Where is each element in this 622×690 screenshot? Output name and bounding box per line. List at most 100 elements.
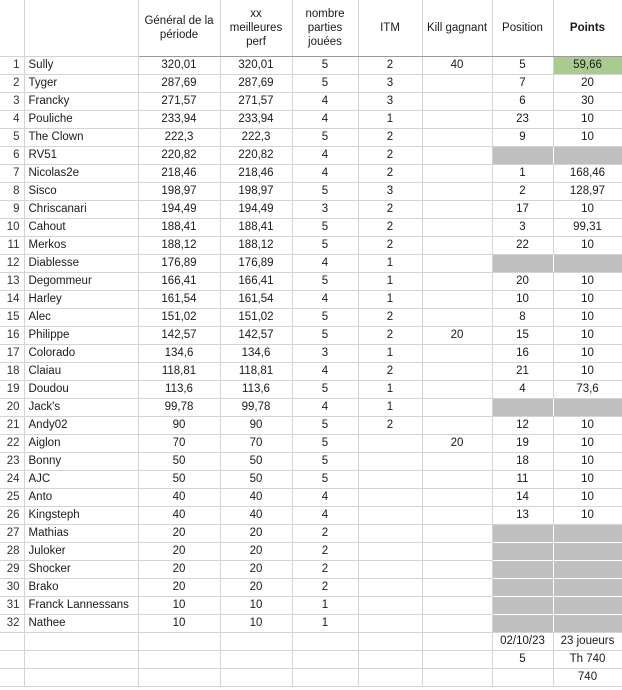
parties-jouees-cell[interactable]: 1 xyxy=(292,614,359,633)
column-header-general-periode[interactable]: Général de la période xyxy=(138,0,221,57)
kill-gagnant-cell[interactable] xyxy=(422,578,493,597)
itm-cell[interactable] xyxy=(358,596,423,615)
position-cell-shaded[interactable] xyxy=(491,524,553,542)
table-row[interactable]: 24 AJC 50 50 5 11 10 xyxy=(0,470,622,489)
footer-empty-cell[interactable] xyxy=(138,668,221,687)
kill-gagnant-cell[interactable] xyxy=(422,110,493,129)
footer-empty-cell[interactable] xyxy=(138,632,221,651)
kill-gagnant-cell[interactable] xyxy=(422,218,493,237)
table-row[interactable]: 2 Tyger 287,69 287,69 5 3 7 20 xyxy=(0,74,622,93)
footer-date-cell[interactable]: 02/10/23 xyxy=(491,632,554,651)
general-periode-cell[interactable]: 176,89 xyxy=(138,254,221,273)
player-name-cell[interactable]: Nathee xyxy=(24,614,139,633)
row-index-cell[interactable]: 30 xyxy=(0,578,25,597)
meilleures-perf-cell[interactable]: 320,01 xyxy=(220,56,293,75)
footer-empty-cell[interactable] xyxy=(422,632,493,651)
points-cell-shaded[interactable] xyxy=(553,560,622,578)
meilleures-perf-cell[interactable]: 233,94 xyxy=(220,110,293,129)
player-name-cell[interactable]: Cahout xyxy=(24,218,139,237)
points-cell[interactable]: 10 xyxy=(553,290,622,309)
general-periode-cell[interactable]: 220,82 xyxy=(138,146,221,165)
player-name-cell[interactable]: Jack's xyxy=(24,398,139,417)
kill-gagnant-cell[interactable] xyxy=(422,470,493,489)
meilleures-perf-cell[interactable]: 134,6 xyxy=(220,344,293,363)
row-index-cell[interactable]: 3 xyxy=(0,92,25,111)
row-index-cell[interactable]: 1 xyxy=(0,56,25,75)
itm-cell[interactable] xyxy=(358,542,423,561)
meilleures-perf-cell[interactable]: 70 xyxy=(220,434,293,453)
points-cell[interactable]: 10 xyxy=(553,200,622,219)
column-header-meilleures-perf[interactable]: xx meilleures perf xyxy=(220,0,293,57)
kill-gagnant-cell[interactable] xyxy=(422,290,493,309)
kill-gagnant-cell[interactable] xyxy=(422,236,493,255)
points-cell-shaded[interactable] xyxy=(553,398,622,417)
general-periode-cell[interactable]: 10 xyxy=(138,596,221,615)
player-name-cell[interactable]: Aiglon xyxy=(24,434,139,453)
player-name-cell[interactable]: Andy02 xyxy=(24,416,139,435)
meilleures-perf-cell[interactable]: 10 xyxy=(220,596,293,615)
player-name-cell[interactable]: Mathias xyxy=(24,524,139,543)
itm-cell[interactable]: 3 xyxy=(358,182,423,201)
player-name-cell[interactable]: Degommeur xyxy=(24,272,139,291)
meilleures-perf-cell[interactable]: 222,3 xyxy=(220,128,293,147)
position-cell-shaded[interactable] xyxy=(491,596,553,614)
itm-cell[interactable]: 1 xyxy=(358,254,423,273)
position-cell[interactable]: 6 xyxy=(491,92,554,111)
row-index-cell[interactable]: 15 xyxy=(0,308,25,327)
table-row[interactable]: 4 Pouliche 233,94 233,94 4 1 23 10 xyxy=(0,110,622,129)
table-row[interactable]: 15 Alec 151,02 151,02 5 2 8 10 xyxy=(0,308,622,327)
general-periode-cell[interactable]: 142,57 xyxy=(138,326,221,345)
position-cell-shaded[interactable] xyxy=(491,614,553,633)
column-header-name[interactable] xyxy=(24,0,139,57)
position-cell[interactable]: 4 xyxy=(491,380,554,399)
points-cell[interactable]: 20 xyxy=(553,74,622,93)
kill-gagnant-cell[interactable] xyxy=(422,380,493,399)
footer-empty-cell[interactable] xyxy=(24,632,139,651)
points-cell[interactable]: 10 xyxy=(553,470,622,489)
parties-jouees-cell[interactable]: 4 xyxy=(292,506,359,525)
parties-jouees-cell[interactable]: 4 xyxy=(292,146,359,165)
parties-jouees-cell[interactable]: 3 xyxy=(292,344,359,363)
table-row[interactable]: 22 Aiglon 70 70 5 20 19 10 xyxy=(0,434,622,453)
position-cell[interactable]: 15 xyxy=(491,326,554,345)
position-cell[interactable]: 21 xyxy=(491,362,554,381)
itm-cell[interactable]: 2 xyxy=(358,236,423,255)
position-cell[interactable]: 13 xyxy=(491,506,554,525)
general-periode-cell[interactable]: 118,81 xyxy=(138,362,221,381)
parties-jouees-cell[interactable]: 5 xyxy=(292,272,359,291)
table-row[interactable]: 1 Sully 320,01 320,01 5 2 40 5 59,66 xyxy=(0,56,622,75)
kill-gagnant-cell[interactable] xyxy=(422,416,493,435)
kill-gagnant-cell[interactable] xyxy=(422,560,493,579)
table-row[interactable]: 18 Claiau 118,81 118,81 4 2 21 10 xyxy=(0,362,622,381)
player-name-cell[interactable]: Harley xyxy=(24,290,139,309)
meilleures-perf-cell[interactable]: 198,97 xyxy=(220,182,293,201)
meilleures-perf-cell[interactable]: 50 xyxy=(220,452,293,471)
kill-gagnant-cell[interactable]: 20 xyxy=(422,326,493,345)
footer-empty-cell[interactable] xyxy=(422,650,493,669)
row-index-cell[interactable]: 23 xyxy=(0,452,25,471)
position-cell[interactable]: 10 xyxy=(491,290,554,309)
position-cell[interactable]: 1 xyxy=(491,164,554,183)
parties-jouees-cell[interactable]: 2 xyxy=(292,560,359,579)
row-index-cell[interactable]: 29 xyxy=(0,560,25,579)
player-name-cell[interactable]: Pouliche xyxy=(24,110,139,129)
kill-gagnant-cell[interactable] xyxy=(422,506,493,525)
position-cell[interactable]: 5 xyxy=(491,56,554,75)
table-row[interactable]: 14 Harley 161,54 161,54 4 1 10 10 xyxy=(0,290,622,309)
points-cell[interactable]: 30 xyxy=(553,92,622,111)
parties-jouees-cell[interactable]: 5 xyxy=(292,380,359,399)
player-name-cell[interactable]: Francky xyxy=(24,92,139,111)
player-name-cell[interactable]: Anto xyxy=(24,488,139,507)
footer-empty-cell[interactable] xyxy=(358,650,423,669)
meilleures-perf-cell[interactable]: 176,89 xyxy=(220,254,293,273)
points-cell-shaded[interactable] xyxy=(553,146,622,165)
general-periode-cell[interactable]: 90 xyxy=(138,416,221,435)
itm-cell[interactable]: 2 xyxy=(358,308,423,327)
points-cell[interactable]: 128,97 xyxy=(553,182,622,201)
kill-gagnant-cell[interactable] xyxy=(422,74,493,93)
row-index-cell[interactable]: 21 xyxy=(0,416,25,435)
itm-cell[interactable] xyxy=(358,506,423,525)
row-index-cell[interactable]: 27 xyxy=(0,524,25,543)
player-name-cell[interactable]: Brako xyxy=(24,578,139,597)
table-row[interactable]: 28 Juloker 20 20 2 xyxy=(0,542,622,561)
